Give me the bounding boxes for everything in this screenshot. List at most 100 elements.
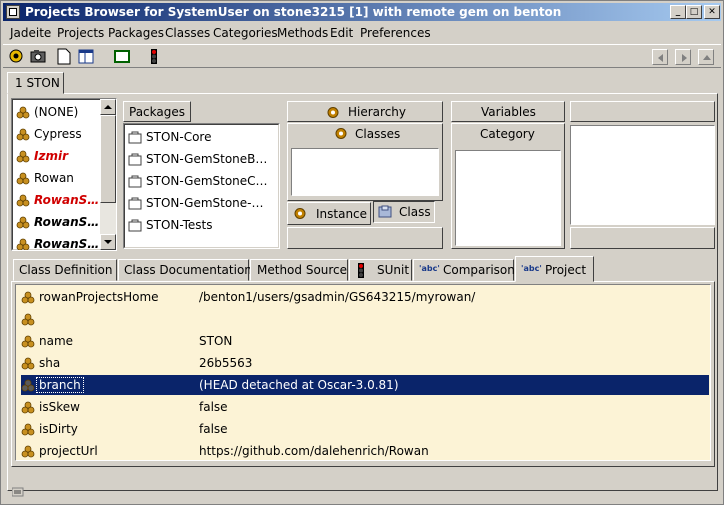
menu-projects[interactable]: Projects <box>57 26 104 40</box>
class-pane-footer <box>287 227 443 249</box>
class-icon <box>378 205 392 218</box>
scroll-thumb[interactable] <box>100 115 116 203</box>
project-icon <box>16 128 30 141</box>
property-value: /benton1/users/gsadmin/GS643215/myrowan/ <box>199 290 476 304</box>
forward-button[interactable] <box>675 49 691 65</box>
property-key: branch <box>36 377 84 393</box>
back-button[interactable] <box>652 49 668 65</box>
gear-icon <box>327 107 339 118</box>
projects-list[interactable]: (NONE) Cypress Izmir Rowan RowanS… RowanS… Row… <box>11 98 117 251</box>
project-property-row[interactable]: sha 26b5563 <box>21 353 709 373</box>
classes-list[interactable] <box>291 148 439 196</box>
project-property-row[interactable]: isDirty false <box>21 419 709 439</box>
project-icon <box>21 357 35 370</box>
abc-icon: 'abc' <box>521 264 542 273</box>
class-button[interactable]: Class <box>373 201 435 223</box>
package-label: STON-Tests <box>146 218 213 232</box>
project-label: (NONE) <box>34 105 79 119</box>
project-icon <box>21 335 35 348</box>
project-property-row[interactable] <box>21 309 709 329</box>
gear-icon <box>294 208 306 219</box>
methods-list[interactable] <box>570 125 715 225</box>
property-value: false <box>199 422 228 436</box>
triangle-left-icon <box>658 54 663 62</box>
tab-comparison[interactable]: 'abc' Comparison <box>413 259 515 281</box>
tab-method-source[interactable]: Method Source <box>250 259 348 281</box>
class-browser-icon[interactable] <box>77 48 95 65</box>
property-key: rowanProjectsHome <box>39 290 159 304</box>
window-title: Projects Browser for SystemUser on stone… <box>25 5 562 19</box>
menu-classes[interactable]: Classes <box>165 26 210 40</box>
minimize-button[interactable]: _ <box>670 5 686 19</box>
project-label: Izmir <box>34 149 68 163</box>
project-properties-list[interactable]: rowanProjectsHome/benton1/users/gsadmin/… <box>15 284 711 461</box>
close-button[interactable]: ✕ <box>704 5 720 19</box>
project-property-row[interactable]: rowanProjectsHome/benton1/users/gsadmin/… <box>21 287 709 307</box>
project-icon <box>16 238 30 250</box>
tab-sunit[interactable]: SUnit <box>349 259 412 281</box>
triangle-up-icon <box>703 55 711 60</box>
project-label: Rowan <box>34 171 74 185</box>
camera-icon[interactable] <box>29 48 47 65</box>
property-value: STON <box>199 334 233 348</box>
menu-categories[interactable]: Categories <box>213 26 278 40</box>
toolbar <box>3 44 721 68</box>
project-icon <box>16 194 30 207</box>
tab-hierarchy[interactable]: Hierarchy <box>287 101 443 122</box>
classes-label: Classes <box>355 127 401 141</box>
packages-list[interactable]: STON-Core STON-GemStoneB… STON-GemStoneC… S… <box>123 123 280 249</box>
title-bar[interactable]: Projects Browser for SystemUser on stone… <box>3 3 721 21</box>
status-icon <box>12 487 24 497</box>
project-property-row[interactable]: isSkew false <box>21 397 709 417</box>
project-property-row[interactable]: branch (HEAD detached at Oscar-3.0.81) <box>21 375 709 395</box>
traffic-light-icon[interactable] <box>145 48 163 65</box>
projects-scrollbar[interactable] <box>100 99 116 250</box>
instance-button[interactable]: Instance <box>287 202 371 225</box>
inspector-icon[interactable] <box>7 48 25 65</box>
package-icon <box>128 153 142 166</box>
packages-header[interactable]: Packages <box>123 101 191 122</box>
tab-variables[interactable]: Variables <box>451 101 565 122</box>
method-pane-footer <box>570 227 715 249</box>
project-property-row[interactable]: projectUrl https://github.com/dalehenrich… <box>21 441 709 461</box>
workspace-icon[interactable] <box>113 48 131 65</box>
menu-edit[interactable]: Edit <box>330 26 353 40</box>
abc-icon: 'abc' <box>419 264 440 273</box>
category-pane: Category <box>451 123 565 249</box>
method-header[interactable] <box>570 101 715 122</box>
property-key: projectUrl <box>39 444 98 458</box>
tab-ston[interactable]: 1 STON <box>7 72 64 94</box>
property-key: name <box>39 334 74 348</box>
property-value: https://github.com/dalehenrich/Rowan <box>199 444 429 458</box>
project-icon <box>21 379 35 392</box>
new-document-icon[interactable] <box>55 48 73 65</box>
project-icon <box>21 423 35 436</box>
scroll-up-button[interactable] <box>100 99 116 115</box>
tab-class-documentation[interactable]: Class Documentation <box>118 259 252 281</box>
tab-project[interactable]: 'abc' Project <box>515 256 594 282</box>
project-icon <box>16 150 30 163</box>
project-icon <box>16 172 30 185</box>
project-label: RowanS… <box>34 237 100 251</box>
menu-jadeite[interactable]: Jadeite <box>10 26 51 40</box>
menu-preferences[interactable]: Preferences <box>360 26 431 40</box>
package-label: STON-GemStoneC… <box>146 174 268 188</box>
project-label: Cypress <box>34 127 82 141</box>
property-value: (HEAD detached at Oscar-3.0.81) <box>199 378 399 392</box>
property-key: isSkew <box>39 400 80 414</box>
project-label: RowanS… <box>34 193 100 207</box>
tab-class-definition[interactable]: Class Definition <box>13 259 117 281</box>
package-icon <box>128 175 142 188</box>
category-list[interactable] <box>455 150 561 246</box>
menu-methods[interactable]: Methods <box>277 26 328 40</box>
project-property-row[interactable]: name STON <box>21 331 709 351</box>
status-bar <box>7 483 718 501</box>
project-icon <box>21 401 35 414</box>
window-icon[interactable] <box>6 5 20 19</box>
category-label: Category <box>480 127 535 141</box>
maximize-button[interactable]: □ <box>686 5 702 19</box>
menu-packages[interactable]: Packages <box>108 26 164 40</box>
up-button[interactable] <box>698 49 714 65</box>
scroll-down-button[interactable] <box>100 234 116 250</box>
menu-bar: Jadeite Projects Packages Classes Catego… <box>3 23 721 42</box>
